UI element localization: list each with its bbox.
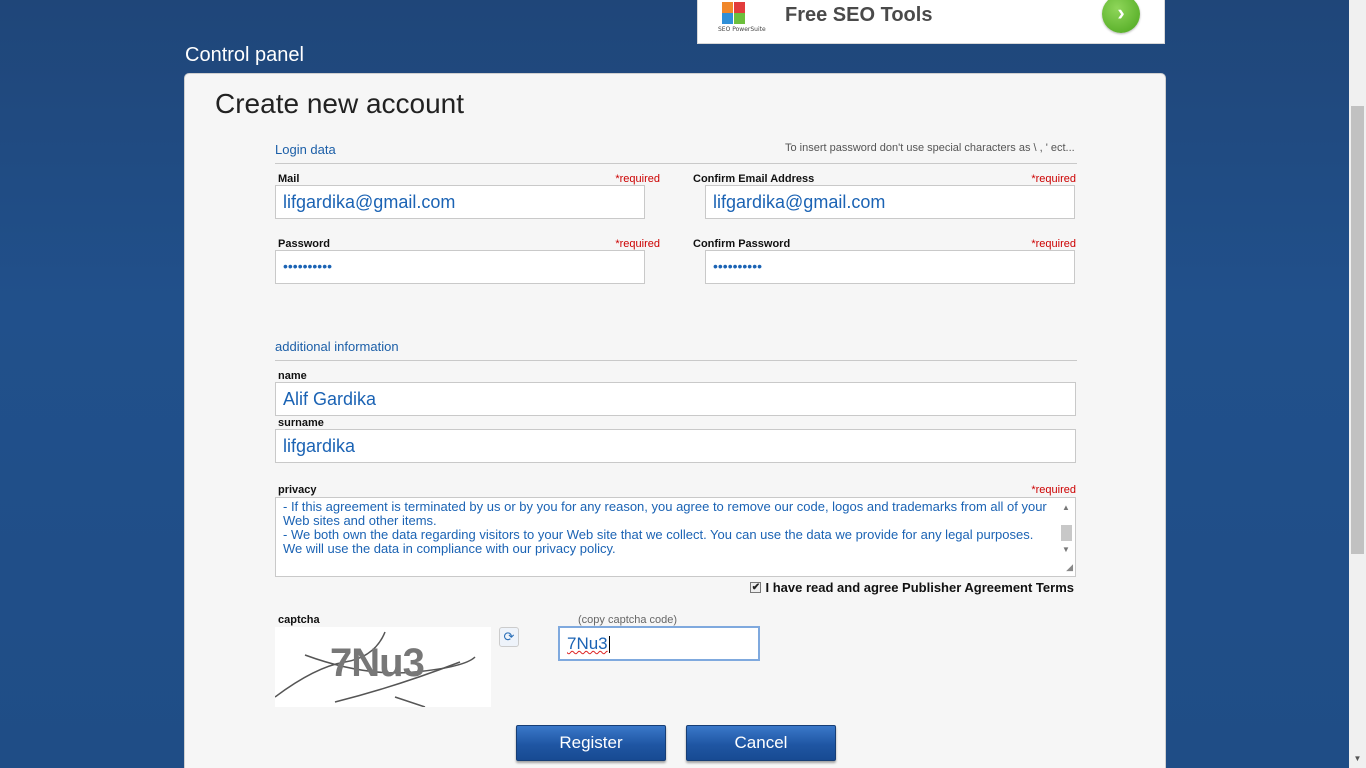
create-account-card: Create new account Login data To insert … <box>184 73 1166 768</box>
name-input[interactable]: Alif Gardika <box>275 382 1076 416</box>
ad-arrow-button[interactable]: › <box>1102 0 1140 33</box>
captcha-input[interactable]: 7Nu3 <box>558 626 760 661</box>
resize-grip-icon[interactable]: ◢ <box>1066 560 1073 574</box>
captcha-text: 7Nu3 <box>330 641 425 685</box>
scroll-down-icon[interactable]: ▼ <box>1062 543 1070 557</box>
mail-required: *required <box>615 173 660 185</box>
confirm-email-input[interactable]: lifgardika@gmail.com <box>705 185 1075 219</box>
textarea-scroll-thumb[interactable] <box>1061 525 1072 541</box>
ad-logo-caption: SEO PowerSuite <box>718 26 766 33</box>
scroll-down-icon[interactable]: ▼ <box>1349 754 1366 766</box>
divider <box>275 360 1077 361</box>
password-label: Password <box>278 238 330 250</box>
confirm-password-required: *required <box>1031 238 1076 250</box>
mail-input[interactable]: lifgardika@gmail.com <box>275 185 645 219</box>
confirm-email-required: *required <box>1031 173 1076 185</box>
confirm-email-label: Confirm Email Address <box>693 173 815 185</box>
page-scrollbar[interactable]: ▼ <box>1349 0 1366 768</box>
captcha-image: 7Nu3 <box>275 627 491 707</box>
privacy-label: privacy <box>278 484 317 496</box>
seo-powersuite-logo-icon <box>718 0 758 40</box>
register-button[interactable]: Register <box>516 725 666 761</box>
confirm-password-input[interactable]: •••••••••• <box>705 250 1075 284</box>
divider <box>275 163 1077 164</box>
privacy-paragraph: - We both own the data regarding visitor… <box>283 527 1034 556</box>
password-input[interactable]: •••••••••• <box>275 250 645 284</box>
captcha-copy-hint: (copy captcha code) <box>578 614 678 626</box>
password-required: *required <box>615 238 660 250</box>
text-caret <box>608 636 610 654</box>
ad-headline[interactable]: Free SEO Tools <box>785 4 932 27</box>
mail-label: Mail <box>278 173 300 185</box>
captcha-input-value: 7Nu3 <box>567 634 608 653</box>
privacy-required: *required <box>1031 484 1076 496</box>
panel-title: Control panel <box>185 44 304 66</box>
captcha-label: captcha <box>278 614 320 626</box>
surname-label: surname <box>278 417 324 429</box>
additional-info-heading: additional information <box>275 339 399 354</box>
ad-banner[interactable]: SEO PowerSuite Free SEO Tools › <box>697 0 1165 44</box>
password-hint: To insert password don't use special cha… <box>785 142 1075 154</box>
privacy-textarea[interactable]: - If this agreement is terminated by us … <box>275 497 1076 577</box>
refresh-icon[interactable]: ⟳ <box>499 627 519 647</box>
surname-input[interactable]: lifgardika <box>275 429 1076 463</box>
name-label: name <box>278 370 307 382</box>
confirm-password-label: Confirm Password <box>693 238 791 250</box>
page-title: Create new account <box>215 88 465 119</box>
scroll-up-icon[interactable]: ▲ <box>1062 501 1070 515</box>
agree-checkbox[interactable]: ✔ <box>750 582 762 593</box>
privacy-paragraph: - If this agreement is terminated by us … <box>283 499 1047 528</box>
login-data-heading: Login data <box>275 142 336 157</box>
agree-terms[interactable]: ✔ I have read and agree Publisher Agreem… <box>750 580 1074 595</box>
cancel-button[interactable]: Cancel <box>686 725 836 761</box>
page-scrollbar-thumb[interactable] <box>1351 106 1364 554</box>
agree-label[interactable]: I have read and agree Publisher Agreemen… <box>765 580 1074 595</box>
